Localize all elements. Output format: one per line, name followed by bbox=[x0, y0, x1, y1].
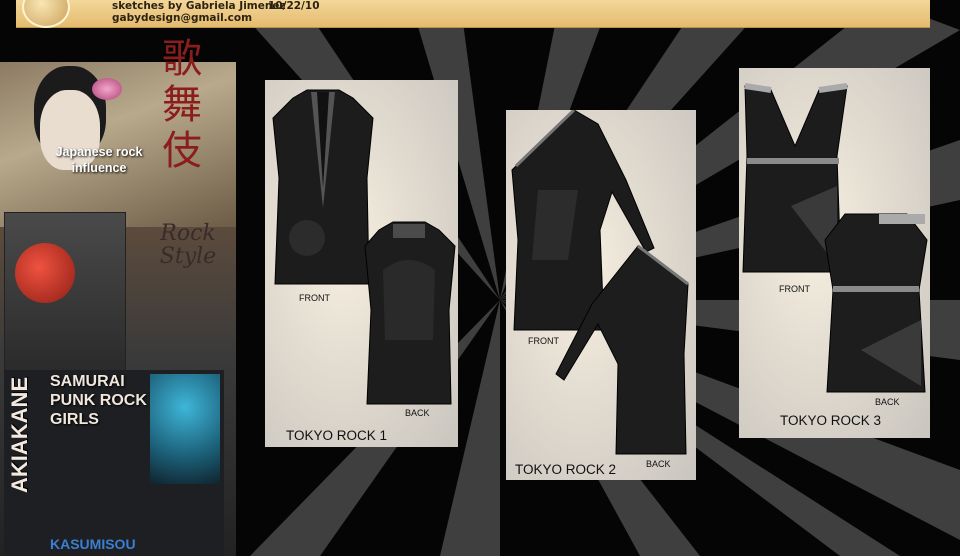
header-bar: sketches by Gabriela Jimenez 10/22/10 ga… bbox=[16, 0, 930, 28]
design-panel-3: FRONT BACK TOKYO ROCK 3 bbox=[739, 68, 930, 438]
credit-text: sketches by Gabriela Jimenez bbox=[112, 0, 286, 12]
design-panel-1: FRONT BACK TOKYO ROCK 1 bbox=[265, 80, 458, 447]
design-title-3: TOKYO ROCK 3 bbox=[780, 413, 882, 428]
front-label-3: FRONT bbox=[779, 284, 810, 294]
japanese-rock-label: Japanese rock influence bbox=[55, 145, 143, 175]
back-label-2: BACK bbox=[646, 459, 671, 469]
credit-block: sketches by Gabriela Jimenez 10/22/10 ga… bbox=[112, 0, 320, 24]
rock-style-text: Rock Style bbox=[159, 221, 217, 269]
samurai-line-1: SAMURAI bbox=[50, 373, 125, 390]
front-label-2: FRONT bbox=[528, 336, 559, 346]
dress-3-back-sketch bbox=[824, 213, 928, 393]
designer-logo bbox=[22, 0, 70, 28]
back-label-1: BACK bbox=[405, 408, 430, 418]
dress-2-back-sketch bbox=[555, 244, 689, 455]
date-text: 10/22/10 bbox=[268, 0, 320, 12]
email-text: gabydesign@gmail.com bbox=[112, 12, 253, 24]
blue-hair-rocker bbox=[150, 374, 220, 484]
back-label-3: BACK bbox=[875, 397, 900, 407]
samurai-line-3: GIRLS bbox=[50, 411, 99, 428]
samurai-text: SAMURAI PUNK ROCK GIRLS bbox=[50, 372, 147, 429]
rocker-photo bbox=[4, 212, 126, 376]
akiakane-vertical-text: AKIAKANE bbox=[7, 376, 32, 493]
design-title-1: TOKYO ROCK 1 bbox=[286, 428, 388, 443]
design-title-2: TOKYO ROCK 2 bbox=[515, 462, 617, 477]
dress-1-front-sketch bbox=[272, 89, 374, 285]
red-hair-rocker bbox=[15, 243, 75, 303]
hair-flower bbox=[92, 78, 122, 100]
design-panel-2: FRONT BACK TOKYO ROCK 2 bbox=[506, 110, 696, 480]
front-label-1: FRONT bbox=[299, 293, 330, 303]
dress-1-back-sketch bbox=[364, 221, 456, 405]
kasumisou-text: KASUMISOU bbox=[50, 536, 136, 552]
samurai-line-2: PUNK ROCK bbox=[50, 392, 147, 409]
